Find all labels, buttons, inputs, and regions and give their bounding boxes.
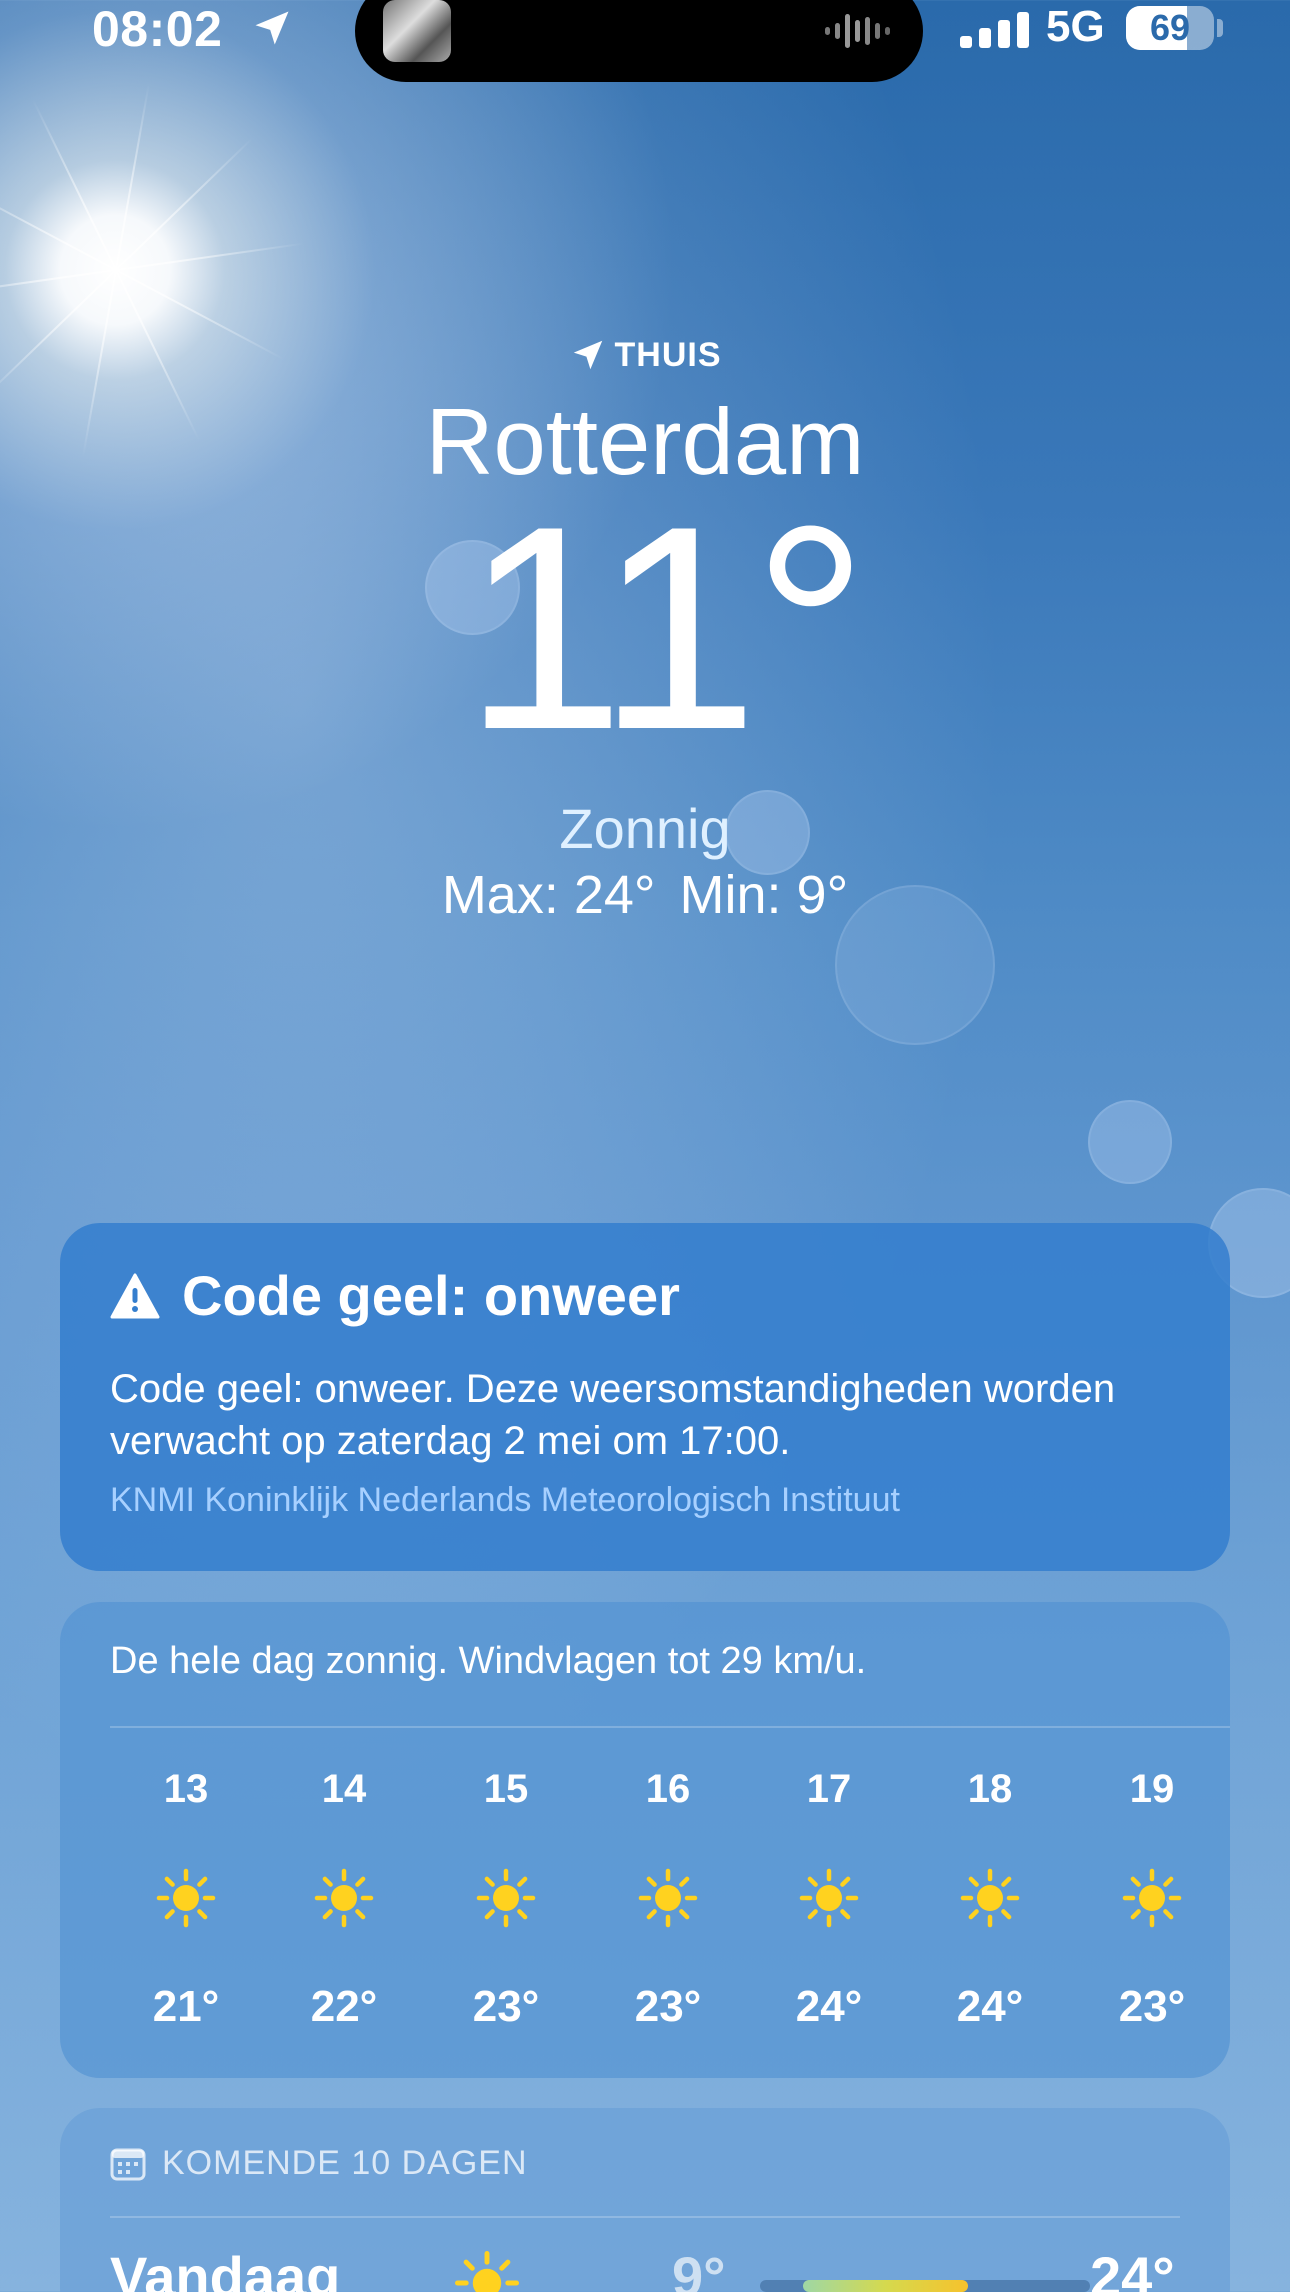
hour-label: 17 [806,1767,852,1811]
high-low-temperature: Max: 24° Min: 9° [0,864,1290,926]
sun-icon [156,1868,216,1928]
sun-icon [455,2251,519,2292]
temperature-range-bar [760,2280,1090,2292]
hour-temperature: 21° [152,1982,220,2031]
current-temperature: 11° [463,466,868,790]
hour-temperature: 23° [1118,1982,1186,2031]
hour-label: 18 [967,1767,1013,1811]
location-services-icon [255,11,289,45]
hourly-scroll[interactable]: 13 21° 14 22° 15 23° 16 23° 17 24° 18 24° 19 23° [60,1762,1230,2062]
alert-source-link[interactable]: KNMI Koninklijk Nederlands Meteorologisc… [110,1481,900,1520]
daily-row[interactable]: Vandaag 9° 24° [60,2244,1230,2292]
hour-temperature: 24° [795,1982,863,2031]
hour-label: 14 [321,1767,367,1811]
weather-condition: Zonnig [559,797,731,860]
sun-ray [0,179,117,271]
hourly-item: 19 23° [1092,1762,1212,2032]
lens-flare [1088,1100,1172,1184]
network-type: 5G [1046,2,1105,51]
divider [110,1726,1230,1728]
hour-temperature: 24° [956,1982,1024,2031]
ten-day-forecast-card[interactable]: KOMENDE 10 DAGEN Vandaag 9° 24° [60,2108,1230,2292]
ten-day-header: KOMENDE 10 DAGEN [110,2144,528,2183]
now-playing-artwork[interactable] [383,0,451,62]
sun-ray [31,98,117,271]
alert-title-row: Code geel: onweer [110,1263,680,1328]
min-temperature: Min: 9° [679,865,849,925]
day-max-temperature: 24° [1090,2245,1175,2292]
current-weather[interactable]: THUIS Rotterdam 11° Zonnig Max: 24° Min: … [0,330,1290,926]
status-time: 08:02 [92,1,223,57]
battery-cap [1217,19,1223,37]
hourly-item: 13 21° [126,1762,246,2032]
location-arrow-icon [573,340,602,370]
calendar-icon [110,2148,146,2180]
divider [110,2216,1180,2218]
hour-temperature: 23° [634,1982,702,2031]
warning-icon [110,1273,160,1318]
max-temperature: Max: 24° [441,865,656,925]
alert-title: Code geel: onweer [182,1264,680,1327]
sun-icon [314,1868,374,1928]
hour-label: 19 [1129,1767,1175,1811]
audio-waveform-icon [825,14,890,48]
battery-percentage: 69 [1149,7,1191,48]
sun-icon [799,1868,859,1928]
ten-day-title: KOMENDE 10 DAGEN [162,2144,528,2182]
hour-label: 13 [163,1767,209,1811]
hourly-summary: De hele dag zonnig. Windvlagen tot 29 km… [110,1640,867,1682]
location-tag: THUIS [0,330,1290,380]
hour-label: 15 [483,1767,529,1811]
day-min-temperature: 9° [672,2245,726,2292]
sun-ray [0,269,117,298]
battery-icon: 69 [1126,6,1214,50]
sun-icon [960,1868,1020,1928]
dynamic-island[interactable] [355,0,923,82]
hourly-item: 14 22° [284,1762,404,2032]
hour-temperature: 23° [472,1982,540,2031]
hourly-forecast-card[interactable]: De hele dag zonnig. Windvlagen tot 29 km… [60,1602,1230,2078]
sun-ray [115,242,305,271]
hourly-item: 18 24° [930,1762,1050,2032]
location-tag-label: THUIS [614,335,722,374]
hourly-item: 16 23° [608,1762,728,2032]
hour-label: 16 [645,1767,691,1811]
hourly-item: 17 24° [769,1762,889,2032]
sun-icon [476,1868,536,1928]
hour-temperature: 22° [310,1982,378,2031]
sun-icon [638,1868,698,1928]
cellular-signal-icon [960,12,1029,48]
alert-description: Code geel: onweer. Deze weersomstandighe… [110,1367,1116,1463]
day-name: Vandaag [110,2245,341,2292]
weather-alert-card[interactable]: Code geel: onweer Code geel: onweer. Dez… [60,1223,1230,1571]
sun-icon [1122,1868,1182,1928]
status-bar: 08:02 5G 69 [0,0,1290,84]
hourly-item: 15 23° [446,1762,566,2032]
temperature-range-fill [802,2280,968,2292]
